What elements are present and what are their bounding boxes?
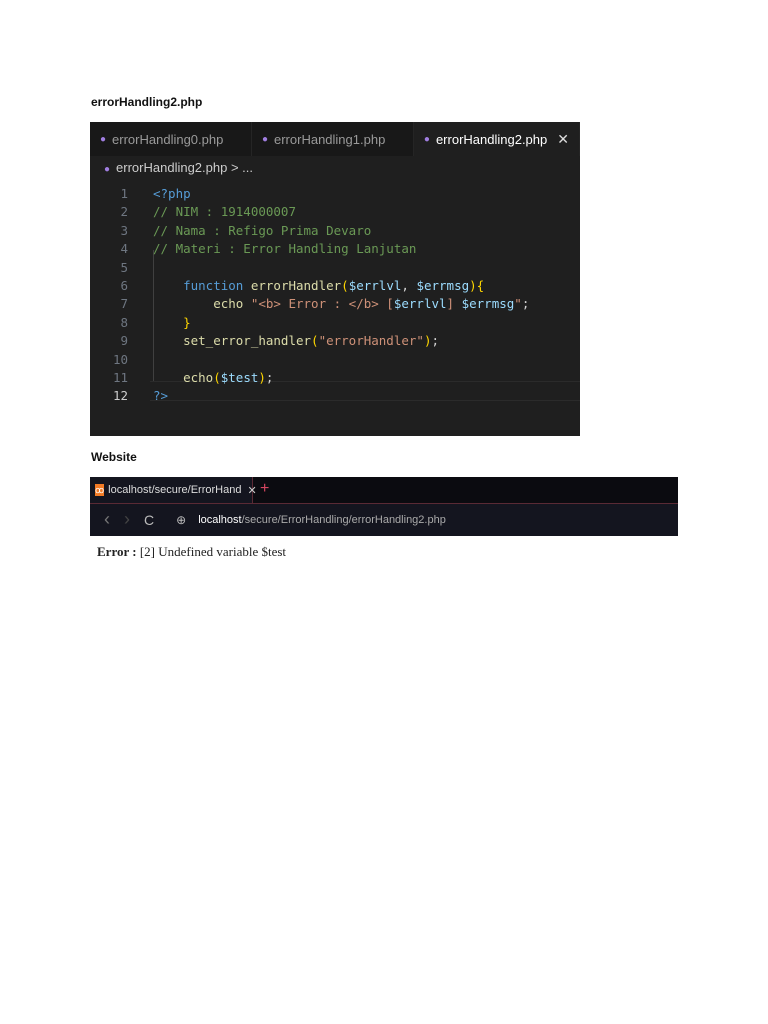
code-token: ; bbox=[265, 370, 274, 385]
code-token: ; bbox=[521, 296, 530, 312]
code-token: $test bbox=[220, 370, 259, 385]
code-line: // Nama : Refigo Prima Devaro bbox=[153, 223, 371, 238]
browser-tab[interactable]: ꝏ localhost/secure/ErrorHand ✕ bbox=[90, 477, 257, 503]
code-token: ; bbox=[431, 333, 439, 349]
page-output: Error : [2] Undefined variable $test bbox=[97, 544, 286, 560]
editor-tabs: ● errorHandling0.php ● errorHandling1.php … bbox=[90, 122, 580, 156]
url-path: /secure/ErrorHandling/errorHandling2.php bbox=[241, 513, 446, 526]
code-token: ){ bbox=[469, 278, 485, 293]
tab-errorhandling1[interactable]: ● errorHandling1.php bbox=[252, 122, 414, 156]
browser-tab-title: localhost/secure/ErrorHand bbox=[108, 484, 242, 496]
code-line: echo "<b> Error : </b> [$errlvl] $errmsg… bbox=[153, 296, 529, 311]
line-number: 3 bbox=[120, 222, 128, 238]
code-token: ] bbox=[446, 296, 462, 312]
code-token: <?php bbox=[153, 186, 191, 201]
breadcrumb[interactable]: ● errorHandling2.php > ... bbox=[104, 160, 253, 175]
tab-errorhandling0[interactable]: ● errorHandling0.php bbox=[90, 122, 252, 156]
code-token: echo bbox=[153, 370, 214, 385]
code-token: "errorHandler" bbox=[318, 333, 424, 349]
code-token: // Materi : Error Handling Lanjutan bbox=[153, 241, 417, 257]
code-token: ?> bbox=[153, 388, 169, 404]
code-token: set_error_handler bbox=[153, 333, 312, 349]
globe-icon: ⊕ bbox=[176, 512, 187, 527]
line-number: 5 bbox=[120, 259, 128, 275]
code-line: <?php bbox=[153, 186, 191, 201]
code-line: function errorHandler($errlvl, $errmsg){ bbox=[153, 278, 484, 293]
error-label: Error : bbox=[97, 544, 137, 559]
line-number: 4 bbox=[120, 241, 128, 257]
code-editor: ● errorHandling0.php ● errorHandling1.php … bbox=[90, 122, 580, 436]
code-token: // Nama : Refigo Prima Devaro bbox=[153, 222, 372, 238]
close-icon[interactable]: ✕ bbox=[557, 131, 569, 148]
code-token: ( bbox=[213, 370, 221, 385]
url-field[interactable]: localhost/secure/ErrorHandling/errorHand… bbox=[198, 514, 446, 526]
code-line: echo($test); bbox=[153, 370, 273, 385]
tab-errorhandling2[interactable]: ● errorHandling2.php ✕ bbox=[413, 122, 580, 156]
code-token: $errmsg bbox=[416, 278, 470, 293]
line-number: 1 bbox=[120, 186, 128, 201]
code-token: ( bbox=[311, 333, 319, 349]
php-icon: ● bbox=[261, 133, 268, 145]
code-line: ?> bbox=[153, 388, 168, 403]
code-token: " bbox=[514, 296, 522, 312]
tab-label: errorHandling2.php bbox=[435, 131, 548, 147]
address-bar-row: ‹ › C ⊕ localhost/secure/ErrorHandling/e… bbox=[90, 503, 678, 536]
browser-window: ꝏ localhost/secure/ErrorHand ✕ + ‹ › C ⊕ l… bbox=[90, 477, 678, 536]
back-button[interactable]: ‹ bbox=[104, 509, 110, 530]
code-token: // NIM : 1914000007 bbox=[153, 204, 296, 220]
line-number: 8 bbox=[120, 314, 128, 330]
code-token: "<b> Error : </b> [ bbox=[250, 296, 394, 312]
close-icon[interactable]: ✕ bbox=[247, 484, 256, 497]
code-line: // Materi : Error Handling Lanjutan bbox=[153, 241, 416, 256]
reload-button[interactable]: C bbox=[144, 512, 154, 528]
code-token: ( bbox=[341, 278, 349, 293]
code-token: $errlvl bbox=[348, 278, 402, 293]
php-icon: ● bbox=[104, 164, 111, 175]
line-number: 11 bbox=[112, 370, 128, 385]
line-number: 9 bbox=[120, 333, 128, 349]
code-line: // NIM : 1914000007 bbox=[153, 204, 296, 219]
line-number: 12 bbox=[112, 388, 128, 404]
code-token: ) bbox=[258, 370, 266, 385]
code-line: set_error_handler("errorHandler"); bbox=[153, 333, 439, 348]
code-token: echo bbox=[153, 296, 251, 312]
line-number: 6 bbox=[120, 278, 128, 293]
xampp-favicon-icon: ꝏ bbox=[95, 484, 105, 496]
php-icon: ● bbox=[100, 133, 107, 145]
php-icon: ● bbox=[423, 133, 430, 145]
error-message: [2] Undefined variable $test bbox=[136, 544, 287, 559]
browser-tab-bar: ꝏ localhost/secure/ErrorHand ✕ + bbox=[90, 477, 678, 504]
url-host: localhost bbox=[198, 513, 242, 526]
code-token: errorHandler bbox=[250, 278, 342, 293]
code-token: $errmsg bbox=[461, 296, 515, 312]
code-token: function bbox=[153, 278, 251, 293]
new-tab-button[interactable]: + bbox=[260, 480, 269, 498]
tab-label: errorHandling0.php bbox=[112, 131, 224, 147]
line-number: 2 bbox=[120, 204, 128, 220]
code-token: $errlvl bbox=[393, 296, 447, 312]
code-line: } bbox=[153, 315, 191, 330]
code-token: } bbox=[153, 314, 191, 330]
line-number: 10 bbox=[112, 351, 128, 367]
file-heading: errorHandling2.php bbox=[91, 95, 203, 109]
forward-button[interactable]: › bbox=[124, 509, 130, 530]
line-number: 7 bbox=[120, 296, 128, 312]
breadcrumb-text: errorHandling2.php > ... bbox=[116, 160, 253, 175]
tab-label: errorHandling1.php bbox=[274, 131, 386, 147]
code-token: , bbox=[401, 278, 417, 293]
website-heading: Website bbox=[91, 450, 137, 464]
